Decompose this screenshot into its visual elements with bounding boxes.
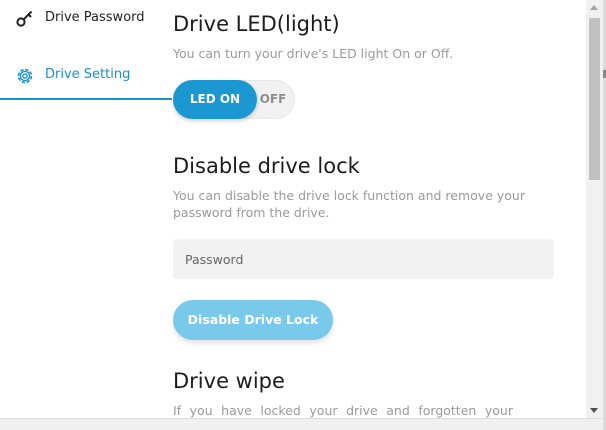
scrollbar-thumb[interactable]	[589, 18, 600, 180]
led-off-option[interactable]: OFF	[258, 81, 288, 118]
sidebar-item-label: Drive Setting	[45, 67, 131, 82]
scroll-up-arrow-icon[interactable]	[590, 5, 598, 10]
lock-section-description: You can disable the drive lock function …	[173, 188, 525, 220]
wipe-section-title: Drive wipe	[173, 369, 285, 393]
led-section-description: You can turn your drive's LED light On o…	[173, 46, 454, 61]
lock-section-title: Disable drive lock	[173, 154, 360, 178]
gear-icon	[15, 66, 35, 86]
horizontal-scrollbar[interactable]	[0, 418, 603, 430]
sidebar: Drive Password Drive Setting	[0, 0, 172, 430]
led-toggle[interactable]: LED ON OFF	[173, 80, 295, 119]
settings-content: Drive LED(light) You can turn your drive…	[173, 0, 583, 418]
led-section-title: Drive LED(light)	[173, 12, 340, 36]
sidebar-item-drive-setting[interactable]: Drive Setting	[0, 56, 172, 96]
disable-drive-lock-button[interactable]: Disable Drive Lock	[173, 300, 333, 340]
sidebar-item-drive-password[interactable]: Drive Password	[0, 0, 172, 40]
led-on-option[interactable]: LED ON	[173, 80, 257, 119]
key-icon	[15, 8, 35, 28]
scroll-down-arrow-icon[interactable]	[590, 408, 598, 413]
vertical-scrollbar[interactable]	[586, 0, 603, 418]
active-indicator	[0, 98, 172, 100]
wipe-section-description: If you have locked your drive and forgot…	[173, 403, 513, 418]
password-input[interactable]	[173, 239, 554, 279]
sidebar-item-label: Drive Password	[45, 10, 145, 25]
app-window: Drive Password Drive Setting Drive LED(l…	[0, 0, 606, 430]
